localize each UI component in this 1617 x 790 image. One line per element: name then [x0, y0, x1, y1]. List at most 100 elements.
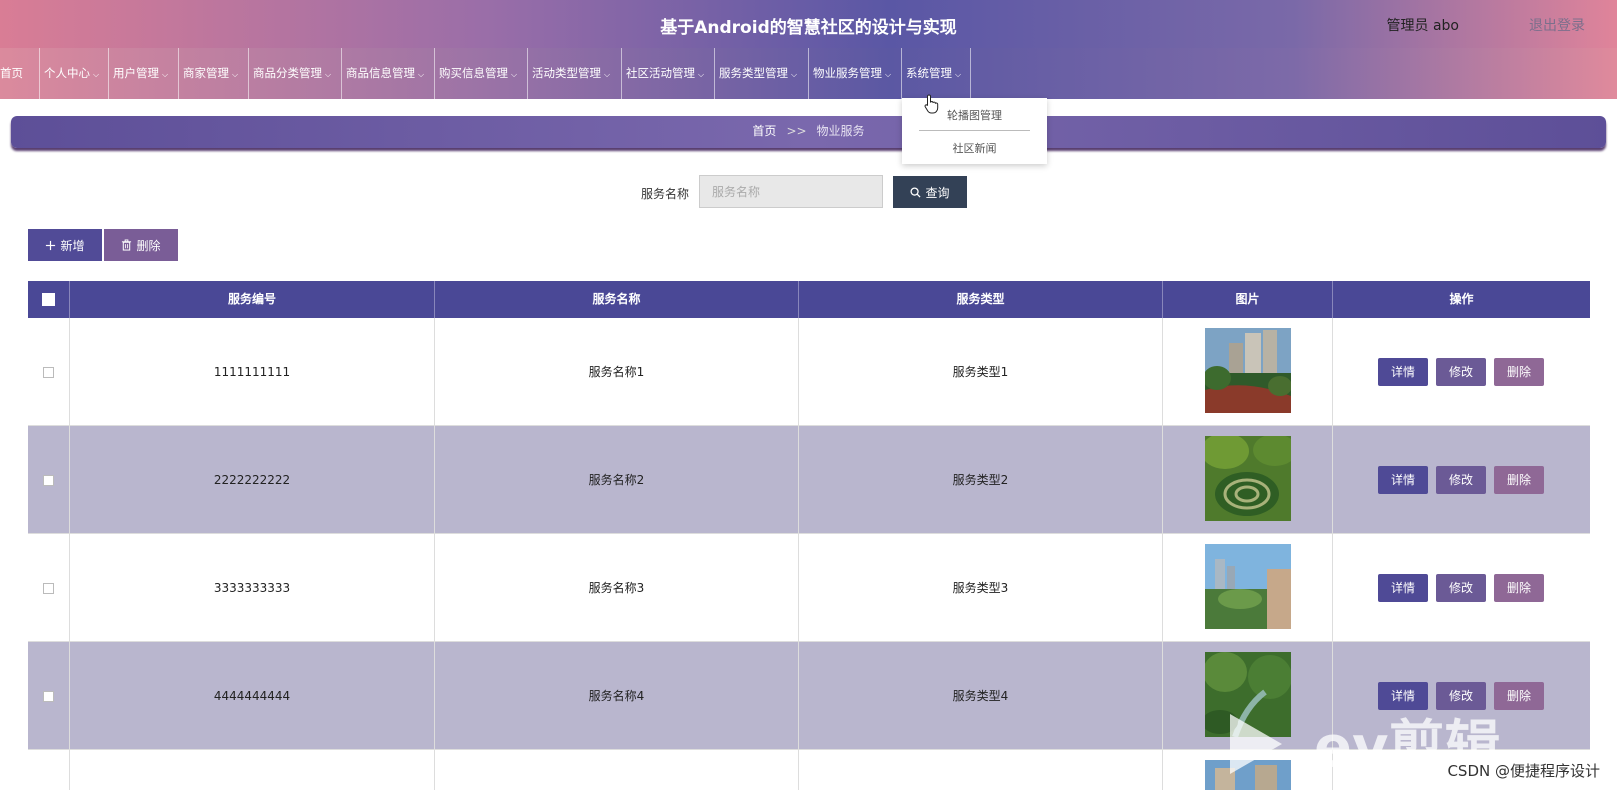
delete-button[interactable]: 删除: [1494, 466, 1544, 494]
edit-button[interactable]: 修改: [1436, 574, 1486, 602]
nav-item-user-management[interactable]: 用户管理 ⌵: [109, 48, 179, 99]
chevron-down-icon: ⌵: [232, 70, 239, 79]
breadcrumb-home[interactable]: 首页: [752, 124, 776, 138]
column-header-service-name: 服务名称: [435, 281, 799, 318]
row-checkbox-cell: [28, 318, 70, 426]
table-row: 3333333333 服务名称3 服务类型3 详情 修改 删除: [28, 534, 1590, 642]
nav-item-service-type-management[interactable]: 服务类型管理 ⌵: [715, 48, 809, 99]
select-all-cell: [28, 281, 70, 318]
dropdown-divider: [919, 130, 1030, 131]
edit-button[interactable]: 修改: [1436, 466, 1486, 494]
chevron-down-icon: ⌵: [418, 70, 425, 79]
actions-cell: 详情 修改 删除: [1333, 318, 1590, 426]
service-type-cell: 服务类型1: [799, 318, 1163, 426]
main-nav-bar: 首页 个人中心 ⌵ 用户管理 ⌵ 商家管理 ⌵ 商品分类管理 ⌵ 商品信息管理 ⌵ 购买信…: [0, 48, 1617, 99]
service-thumbnail-image: [1204, 436, 1291, 521]
chevron-down-icon: ⌵: [698, 70, 705, 79]
add-button[interactable]: 新增: [28, 229, 102, 261]
nav-item-personal-center[interactable]: 个人中心 ⌵: [40, 48, 109, 99]
breadcrumb-separator: >>: [786, 124, 807, 138]
column-header-actions: 操作: [1449, 292, 1474, 306]
nav-label: 商品信息管理: [346, 66, 415, 80]
detail-button[interactable]: 详情: [1378, 466, 1428, 494]
admin-user-label: 管理员 abo: [1386, 18, 1459, 34]
service-name-search-input[interactable]: [699, 175, 883, 208]
row-checkbox[interactable]: [43, 583, 54, 594]
search-button-label: 查询: [925, 185, 950, 200]
chevron-down-icon: ⌵: [162, 70, 169, 79]
table-row: 2222222222 服务名称2 服务类型2 详情 修改 删除: [28, 426, 1590, 534]
column-header-image: 图片: [1163, 281, 1333, 318]
table-row: 1111111111 服务名称1 服务类型1 详情 修改 删除: [28, 318, 1590, 426]
actions-cell: 详情 修改 删除: [1333, 426, 1590, 534]
service-name-cell: 服务名称1: [435, 318, 799, 426]
service-id-cell: [70, 750, 435, 790]
service-type-cell: 服务类型4: [799, 642, 1163, 750]
nav-item-merchant-management[interactable]: 商家管理 ⌵: [179, 48, 249, 99]
service-id-cell: 3333333333: [70, 534, 435, 642]
nav-label: 首页: [0, 66, 23, 80]
service-name-cell: 服务名称3: [435, 534, 799, 642]
nav-item-home[interactable]: 首页: [0, 48, 40, 99]
search-label: 服务名称: [641, 187, 690, 201]
chevron-down-icon: ⌵: [511, 70, 518, 79]
batch-delete-button[interactable]: 删除: [104, 229, 178, 261]
nav-label: 商家管理: [183, 66, 229, 80]
service-type-cell: 服务类型2: [799, 426, 1163, 534]
service-id-cell: 4444444444: [70, 642, 435, 750]
nav-item-product-info-management[interactable]: 商品信息管理 ⌵: [342, 48, 435, 99]
chevron-down-icon: ⌵: [604, 70, 611, 79]
row-checkbox-cell: [28, 642, 70, 750]
service-name-cell: 服务名称2: [435, 426, 799, 534]
column-header-service-type: 服务类型: [799, 281, 1163, 318]
site-title: 基于Android的智慧社区的设计与实现: [660, 18, 957, 38]
chevron-down-icon: ⌵: [325, 70, 332, 79]
image-cell: [1163, 318, 1333, 426]
nav-label: 商品分类管理: [253, 66, 322, 80]
service-type-cell: [799, 750, 1163, 790]
logout-link[interactable]: 退出登录: [1529, 15, 1585, 35]
detail-button[interactable]: 详情: [1378, 574, 1428, 602]
service-id-cell: 1111111111: [70, 318, 435, 426]
nav-item-property-service-management[interactable]: 物业服务管理 ⌵: [809, 48, 902, 99]
image-cell: [1163, 426, 1333, 534]
delete-button[interactable]: 删除: [1494, 574, 1544, 602]
nav-label: 社区活动管理: [626, 66, 695, 80]
actions-cell: 详情 修改 删除: [1333, 534, 1590, 642]
service-name-cell: [435, 750, 799, 790]
nav-label: 系统管理: [906, 66, 952, 80]
chevron-down-icon: ⌵: [93, 70, 100, 79]
nav-item-product-category-management[interactable]: 商品分类管理 ⌵: [249, 48, 342, 99]
row-checkbox[interactable]: [43, 367, 54, 378]
service-name-cell: 服务名称4: [435, 642, 799, 750]
hand-cursor-icon: [924, 94, 939, 114]
breadcrumb: 首页 >> 物业服务: [11, 116, 1606, 148]
top-header: 基于Android的智慧社区的设计与实现 管理员 abo 退出登录: [0, 0, 1617, 48]
dropdown-item-community-news[interactable]: 社区新闻: [902, 140, 1047, 156]
batch-delete-button-label: 删除: [136, 238, 161, 253]
image-cell: [1163, 534, 1333, 642]
chevron-down-icon: ⌵: [791, 70, 798, 79]
select-all-checkbox[interactable]: [42, 293, 55, 306]
delete-button[interactable]: 删除: [1494, 358, 1544, 386]
chevron-down-icon: ⌵: [885, 70, 892, 79]
row-checkbox[interactable]: [43, 475, 54, 486]
row-checkbox-cell: [28, 426, 70, 534]
row-checkbox[interactable]: [43, 691, 54, 702]
detail-button[interactable]: 详情: [1378, 358, 1428, 386]
breadcrumb-current: 物业服务: [816, 124, 865, 138]
trash-icon: [122, 239, 132, 251]
nav-label: 个人中心: [44, 66, 90, 80]
nav-item-community-activity-management[interactable]: 社区活动管理 ⌵: [622, 48, 715, 99]
nav-label: 服务类型管理: [719, 66, 788, 80]
nav-item-system-management[interactable]: 系统管理 ⌵: [902, 48, 971, 99]
search-button[interactable]: 查询: [893, 176, 967, 208]
nav-item-activity-type-management[interactable]: 活动类型管理 ⌵: [528, 48, 622, 99]
row-checkbox-cell: [28, 750, 70, 790]
service-id-cell: 2222222222: [70, 426, 435, 534]
add-button-label: 新增: [60, 238, 85, 253]
nav-item-purchase-info-management[interactable]: 购买信息管理 ⌵: [435, 48, 528, 99]
nav-label: 用户管理: [113, 66, 159, 80]
service-thumbnail-image: [1204, 544, 1291, 629]
edit-button[interactable]: 修改: [1436, 358, 1486, 386]
